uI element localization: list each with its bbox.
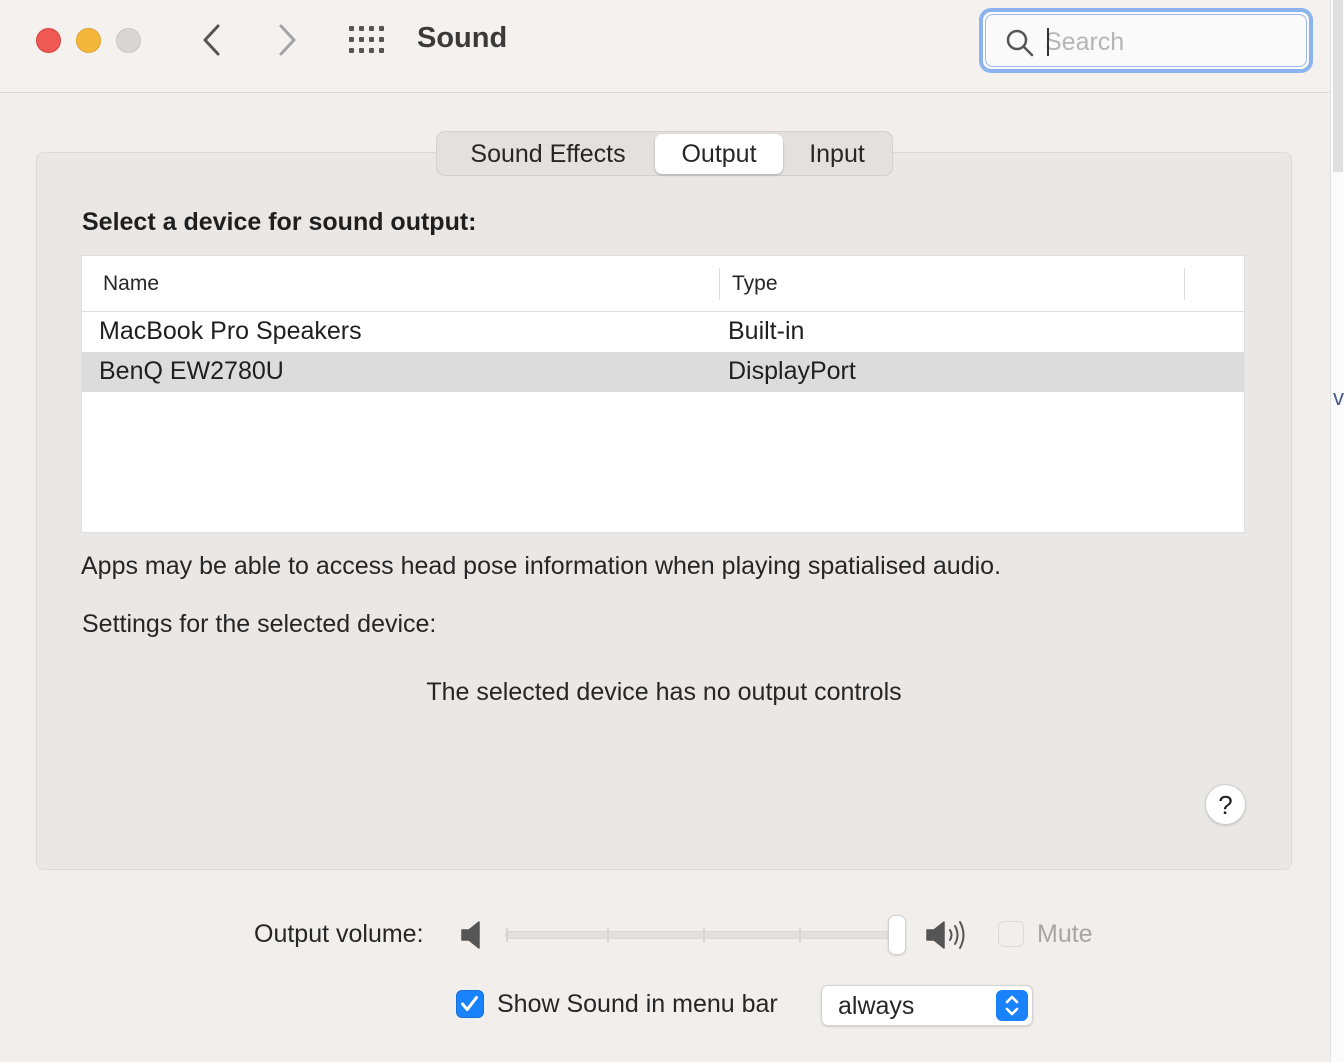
chevron-right-icon <box>279 24 296 56</box>
slider-tick <box>607 928 609 942</box>
zoom-button <box>116 28 141 53</box>
column-header-name[interactable]: Name <box>103 272 159 296</box>
popup-selected-value: always <box>838 992 915 1020</box>
speaker-high-icon <box>926 921 965 949</box>
show-all-button[interactable] <box>348 24 388 56</box>
forward-button[interactable] <box>267 20 307 60</box>
output-volume-label: Output volume: <box>254 920 424 948</box>
chevron-left-icon <box>203 24 220 56</box>
background-window-edge <box>1330 0 1344 1062</box>
tab-output[interactable]: Output <box>655 134 783 174</box>
device-type: Built-in <box>728 317 805 345</box>
tab-sound-effects[interactable]: Sound Effects <box>441 134 655 174</box>
close-button[interactable] <box>36 28 61 53</box>
device-name: BenQ EW2780U <box>99 357 284 385</box>
minimize-button[interactable] <box>76 28 101 53</box>
tab-input[interactable]: Input <box>783 134 891 174</box>
show-in-menu-bar-checkbox[interactable] <box>456 990 484 1018</box>
slider-tick <box>703 928 705 942</box>
popup-arrows <box>996 990 1028 1021</box>
table-row-selected[interactable]: BenQ EW2780U DisplayPort <box>82 352 1244 392</box>
mute-checkbox[interactable] <box>998 921 1024 947</box>
text-caret <box>1047 28 1049 56</box>
chevron-up-down-icon <box>1005 995 1019 1016</box>
grid-icon <box>349 26 384 53</box>
back-button[interactable] <box>192 20 232 60</box>
spatial-audio-note: Apps may be able to access head pose inf… <box>81 552 1002 580</box>
table-header: Name Type <box>82 256 1244 312</box>
slider-tick <box>799 928 801 942</box>
column-header-type[interactable]: Type <box>732 272 778 296</box>
slider-tick <box>506 928 508 942</box>
menu-bar-visibility-popup[interactable]: always <box>821 985 1033 1026</box>
background-window-text: v <box>1333 385 1344 410</box>
help-button[interactable]: ? <box>1205 784 1246 825</box>
output-heading: Select a device for sound output: <box>82 208 477 236</box>
show-in-menu-bar-label[interactable]: Show Sound in menu bar <box>497 990 778 1019</box>
no-output-controls-message: The selected device has no output contro… <box>426 678 902 706</box>
search-input[interactable] <box>1045 26 1285 58</box>
device-type: DisplayPort <box>728 357 856 385</box>
checkmark-icon <box>461 996 478 1012</box>
title-bar: Sound <box>0 0 1330 93</box>
search-icon <box>1006 29 1034 57</box>
column-divider[interactable] <box>1184 268 1185 300</box>
volume-slider-track[interactable] <box>505 931 897 939</box>
mute-label: Mute <box>1037 920 1093 948</box>
device-table: Name Type MacBook Pro Speakers Built-in … <box>81 255 1245 533</box>
device-settings-label: Settings for the selected device: <box>82 610 437 638</box>
search-field[interactable] <box>979 8 1313 73</box>
volume-slider-knob[interactable] <box>888 915 906 955</box>
table-row[interactable]: MacBook Pro Speakers Built-in <box>82 312 1244 352</box>
scrollbar-thumb <box>1333 0 1343 172</box>
tab-control: Sound Effects Output Input <box>436 131 893 176</box>
speaker-low-icon <box>461 921 480 949</box>
window-title: Sound <box>417 22 508 54</box>
column-divider[interactable] <box>719 268 720 300</box>
device-name: MacBook Pro Speakers <box>99 317 362 345</box>
